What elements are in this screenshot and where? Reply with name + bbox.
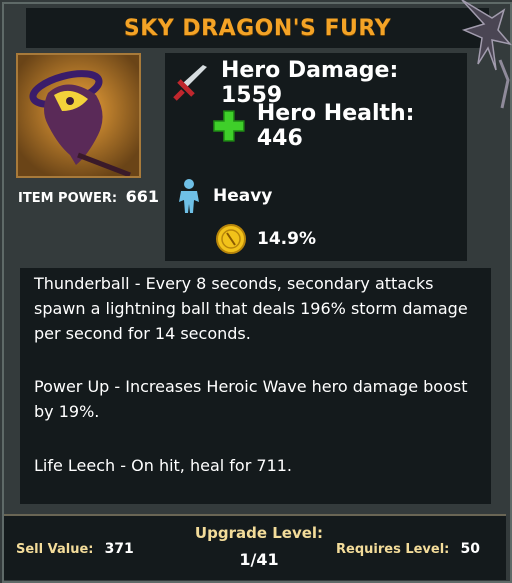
sell-value-label: Sell Value: [16, 542, 94, 557]
footer-bar: Sell Value: 371 Upgrade Level: 1/41 Requ… [4, 514, 506, 580]
description-panel: Thunderball - Every 8 seconds, secondary… [20, 268, 491, 504]
perk-thunderball: Thunderball - Every 8 seconds, secondary… [34, 274, 468, 343]
perk-power-up: Power Up - Increases Heroic Wave hero da… [34, 377, 468, 421]
gold-coin-icon [216, 224, 246, 254]
item-power: ITEM POWER: 661 [18, 187, 159, 206]
weight-stat: Heavy [177, 178, 272, 214]
crit-text: 14.9% [257, 229, 316, 249]
plus-icon [213, 110, 245, 142]
requires-level: Requires Level: 50 [336, 538, 480, 557]
figure-icon [179, 179, 199, 213]
perk-life-leech: Life Leech - On hit, heal for 711. [34, 456, 293, 475]
sword-icon [173, 65, 207, 101]
requires-level-value: 50 [460, 541, 480, 557]
sell-value-number: 371 [104, 541, 134, 557]
upgrade-level-label: Upgrade Level: [194, 524, 324, 542]
item-power-value: 661 [125, 187, 159, 206]
hero-health-stat: Hero Health: 446 [212, 101, 467, 151]
crit-stat: 14.9% [215, 223, 316, 255]
dragon-staff-icon [18, 55, 139, 176]
item-power-label: ITEM POWER: [18, 191, 118, 206]
item-title: SKY DRAGON'S FURY [123, 15, 392, 41]
weight-text: Heavy [213, 186, 273, 206]
item-image[interactable] [16, 53, 141, 178]
title-bar: SKY DRAGON'S FURY [26, 8, 489, 48]
requires-level-label: Requires Level: [336, 542, 450, 557]
upgrade-level-value: 1/41 [239, 550, 279, 569]
stats-panel: Hero Damage: 1559 Hero Health: 446 Heavy… [165, 53, 467, 261]
upgrade-level: Upgrade Level: 1/41 [184, 524, 334, 569]
hero-health-text: Hero Health: 446 [256, 101, 415, 151]
sell-value: Sell Value: 371 [16, 538, 134, 557]
